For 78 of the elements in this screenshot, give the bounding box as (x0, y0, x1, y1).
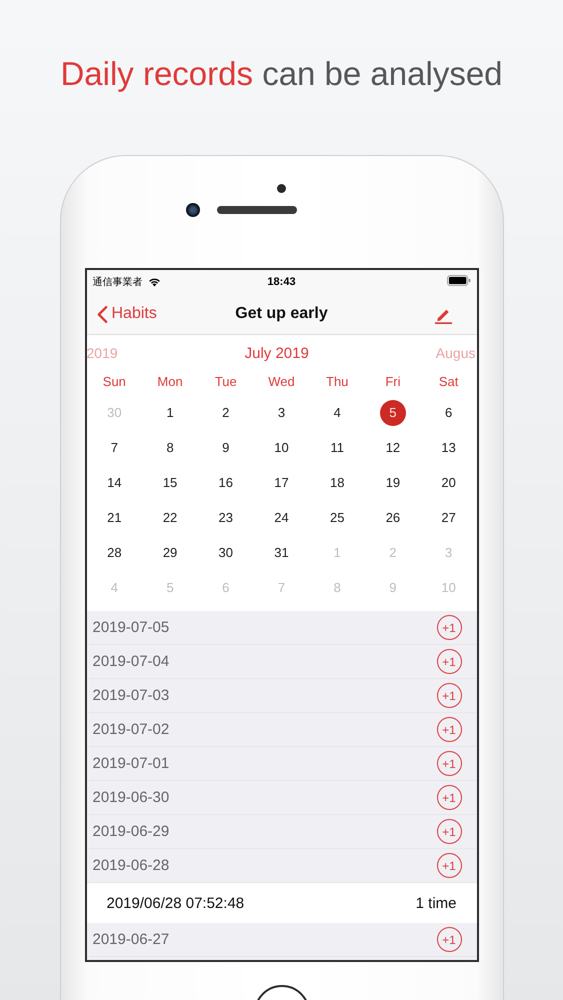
calendar-day[interactable]: 22 (157, 504, 184, 530)
camera-icon (186, 203, 200, 217)
calendar-day[interactable]: 7 (101, 434, 128, 460)
record-row[interactable]: 2019-07-01 +1 (86, 747, 476, 781)
record-row[interactable]: 2019-07-02 +1 (86, 713, 476, 747)
record-date: 2019-07-04 (92, 653, 170, 670)
record-date: 2019-07-01 (92, 755, 170, 772)
calendar-day[interactable]: 2 (212, 400, 239, 426)
calendar-day[interactable]: 14 (101, 470, 128, 496)
calendar-day[interactable]: 20 (436, 470, 462, 496)
calendar-day[interactable]: 31 (268, 540, 294, 566)
calendar-day[interactable]: 21 (101, 504, 128, 530)
record-date: 2019-06-28 (92, 857, 170, 874)
month-label: July 2019 (244, 344, 309, 362)
calendar-day[interactable]: 6 (436, 400, 462, 426)
wifi-icon (148, 277, 160, 287)
calendar-day[interactable]: 24 (268, 504, 294, 530)
chevron-left-icon (96, 304, 108, 324)
calendar-day[interactable]: 18 (324, 470, 350, 496)
weekday-label: Sat (438, 373, 458, 391)
calendar-day[interactable]: 13 (436, 434, 462, 460)
calendar-day[interactable]: 25 (324, 504, 350, 530)
add-one-button[interactable]: +1 (436, 615, 462, 640)
headline: Daily records can be analysed (60, 54, 503, 94)
calendar-day[interactable]: 10 (268, 434, 294, 460)
calendar-day[interactable]: 9 (212, 434, 239, 460)
add-one-button[interactable]: +1 (436, 649, 462, 674)
calendar-day[interactable]: 19 (380, 470, 406, 496)
weekday-label: Wed (268, 373, 295, 391)
calendar-day[interactable]: 28 (101, 540, 128, 566)
add-one-button[interactable]: +1 (436, 785, 462, 810)
entry-time: 2019/06/28 07:52:48 (106, 894, 244, 912)
weekday-label: Fri (385, 373, 400, 391)
record-date: 2019-07-03 (92, 687, 170, 704)
carrier-name: 通信事業者 (92, 276, 142, 289)
add-one-button[interactable]: +1 (436, 717, 462, 742)
speaker-icon (217, 206, 297, 214)
add-one-button[interactable]: +1 (436, 819, 462, 844)
weekday-label: Tue (214, 373, 237, 391)
back-button[interactable]: Habits (96, 304, 157, 324)
sensor-dot-icon (277, 184, 286, 193)
calendar-day[interactable]: 1 (157, 400, 184, 426)
weekday-label: Thu (326, 373, 348, 391)
status-time: 18:43 (267, 276, 296, 288)
record-row[interactable]: 2019-07-04 +1 (86, 645, 476, 679)
record-date: 2019-07-05 (92, 619, 170, 636)
record-date: 2019-06-29 (92, 823, 170, 840)
add-one-button[interactable]: +1 (436, 853, 462, 878)
calendar-day[interactable]: 12 (380, 434, 406, 460)
record-row[interactable]: 2019-06-29 +1 (86, 815, 476, 849)
calendar-day[interactable]: 30 (212, 540, 239, 566)
record-date: 2019-07-02 (92, 721, 170, 738)
add-one-button[interactable]: +1 (436, 683, 462, 708)
selected-day[interactable]: 5 (380, 400, 406, 426)
calendar-day[interactable]: 8 (157, 434, 184, 460)
calendar-day[interactable]: 23 (212, 504, 239, 530)
screen-title: Get up early (235, 305, 328, 323)
calendar-day[interactable]: 16 (212, 470, 239, 496)
battery-icon (446, 275, 470, 286)
calendar-day[interactable]: 29 (157, 540, 184, 566)
weekday-label: Sun (102, 373, 126, 391)
record-row[interactable]: 2019-07-03 +1 (86, 679, 476, 713)
calendar-day[interactable]: 4 (324, 400, 350, 426)
add-one-button[interactable]: +1 (436, 927, 462, 952)
calendar-day[interactable]: 15 (157, 470, 184, 496)
record-row[interactable]: 2019-06-27 +1 (86, 923, 476, 957)
record-row[interactable]: 2019-07-05 +1 (86, 611, 476, 645)
calendar-day[interactable]: 27 (436, 504, 462, 530)
add-one-button[interactable]: +1 (436, 751, 462, 776)
record-date: 2019-06-27 (92, 931, 170, 948)
calendar-day[interactable]: 11 (324, 434, 350, 460)
weekday-label: Mon (157, 373, 183, 391)
calendar-day[interactable]: 17 (268, 470, 294, 496)
record-date: 2019-06-30 (92, 789, 170, 806)
calendar-day[interactable]: 3 (268, 400, 294, 426)
calendar-day[interactable]: 26 (380, 504, 406, 530)
record-row[interactable]: 2019-06-30 +1 (86, 781, 476, 815)
entry-count: 1 time (416, 894, 456, 912)
